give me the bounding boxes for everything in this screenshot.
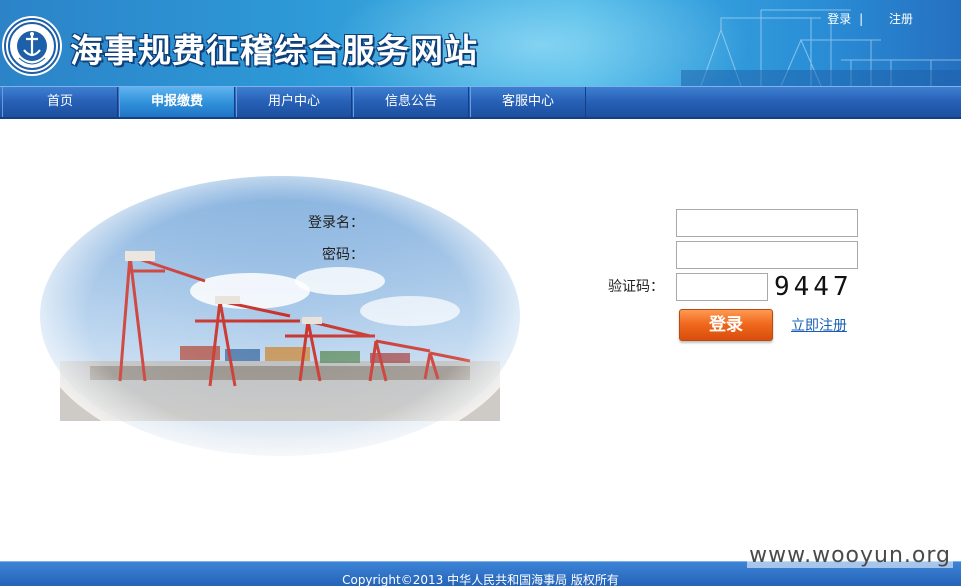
msa-logo bbox=[4, 18, 60, 74]
password-label: 密码： bbox=[322, 247, 364, 263]
port-illustration bbox=[30, 171, 530, 461]
register-now-link[interactable]: 立即注册 bbox=[791, 315, 847, 335]
username-label: 登录名： bbox=[308, 215, 364, 231]
nav-item-user-center[interactable]: 用户中心 bbox=[236, 87, 352, 117]
header-banner: 海事规费征稽综合服务网站 登录 | 注册 bbox=[0, 0, 961, 86]
top-links: 登录 | 注册 bbox=[827, 10, 913, 27]
nav-item-announcements[interactable]: 信息公告 bbox=[353, 87, 469, 117]
captcha-label: 验证码： bbox=[608, 279, 664, 295]
top-register-link[interactable]: 注册 bbox=[889, 12, 913, 26]
captcha-input[interactable] bbox=[676, 273, 768, 301]
login-form: 登录名： 密码： 验证码： 9447 登录 立即注册 bbox=[308, 209, 900, 349]
nav-item-home[interactable]: 首页 bbox=[2, 87, 118, 117]
login-button[interactable]: 登录 bbox=[679, 309, 773, 341]
password-input[interactable] bbox=[676, 241, 858, 269]
username-input[interactable] bbox=[676, 209, 858, 237]
watermark: www.wooyun.org bbox=[747, 543, 953, 568]
main-nav: 首页 申报缴费 用户中心 信息公告 客服中心 bbox=[0, 86, 961, 119]
nav-item-declare-pay[interactable]: 申报缴费 bbox=[119, 87, 235, 117]
site-title: 海事规费征稽综合服务网站 bbox=[70, 31, 478, 70]
captcha-image[interactable]: 9447 bbox=[774, 272, 853, 302]
main-content: 登录名： 密码： 验证码： 9447 登录 立即注册 bbox=[0, 121, 961, 561]
nav-item-customer-service[interactable]: 客服中心 bbox=[470, 87, 586, 117]
copyright-text: Copyright©2013 中华人民共和国海事局 版权所有 bbox=[342, 573, 619, 586]
top-login-link[interactable]: 登录 bbox=[827, 12, 851, 26]
top-link-separator: | bbox=[859, 12, 864, 26]
captcha-row: 验证码： 9447 bbox=[600, 272, 900, 302]
banner-crane-graphic bbox=[681, 9, 961, 86]
